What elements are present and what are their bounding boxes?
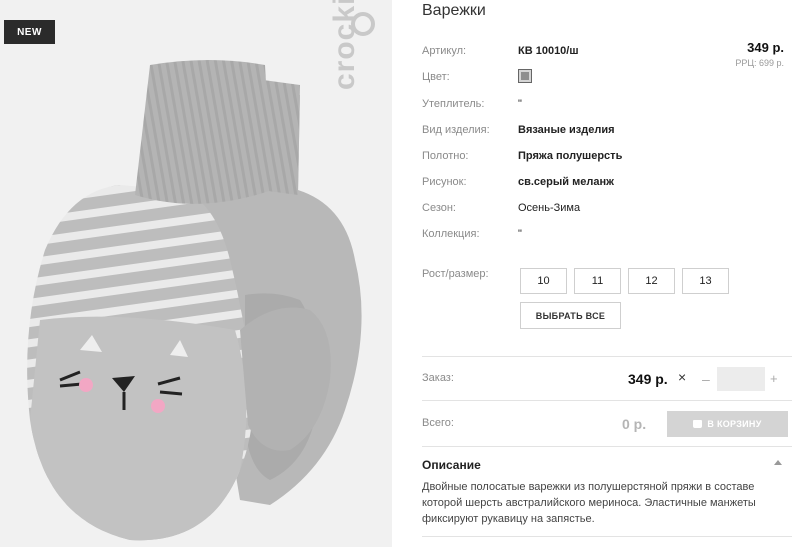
increase-button[interactable]: + bbox=[770, 371, 778, 386]
attr-value: Осень-Зима bbox=[518, 202, 581, 214]
attr-value: св.серый меланж bbox=[518, 176, 614, 188]
attr-label: Коллекция: bbox=[422, 228, 480, 240]
product-price: 349 р. bbox=[747, 40, 784, 55]
total-label: Всего: bbox=[422, 417, 454, 429]
size-option-12[interactable]: 12 bbox=[628, 268, 675, 294]
chevron-up-icon[interactable] bbox=[774, 460, 782, 465]
attr-value: " bbox=[518, 228, 522, 240]
add-to-cart-label: В КОРЗИНУ bbox=[707, 419, 762, 429]
divider bbox=[422, 356, 792, 357]
brand-watermark: crockid bbox=[328, 0, 361, 90]
attr-label: Сезон: bbox=[422, 202, 456, 214]
cart-icon bbox=[693, 420, 703, 428]
attr-value: Вязаные изделия bbox=[518, 124, 615, 136]
new-badge: NEW bbox=[4, 20, 55, 44]
total-value: 0 р. bbox=[622, 416, 647, 432]
size-option-13[interactable]: 13 bbox=[682, 268, 729, 294]
order-label: Заказ: bbox=[422, 372, 454, 384]
times-icon: × bbox=[678, 369, 687, 385]
quantity-input[interactable] bbox=[717, 367, 765, 391]
product-title: Варежки bbox=[422, 2, 486, 19]
divider bbox=[422, 536, 792, 537]
attr-label: Рисунок: bbox=[422, 176, 467, 188]
attr-label: Артикул: bbox=[422, 45, 467, 57]
decrease-button[interactable]: – bbox=[702, 371, 710, 387]
attr-value: КВ 10010/ш bbox=[518, 45, 579, 57]
divider bbox=[422, 400, 792, 401]
divider bbox=[422, 446, 792, 447]
add-to-cart-button[interactable]: В КОРЗИНУ bbox=[667, 411, 788, 437]
product-photo[interactable]: NEW crockid bbox=[0, 0, 392, 547]
attr-label: Утеплитель: bbox=[422, 98, 485, 110]
product-rrp: РРЦ: 699 р. bbox=[735, 58, 784, 68]
attr-label: Полотно: bbox=[422, 150, 469, 162]
attr-value: " bbox=[518, 98, 522, 110]
size-option-10[interactable]: 10 bbox=[520, 268, 567, 294]
description-text: Двойные полосатые варежки из полушерстян… bbox=[422, 481, 756, 525]
attr-label: Вид изделия: bbox=[422, 124, 490, 136]
select-all-button[interactable]: ВЫБРАТЬ ВСЕ bbox=[520, 302, 621, 329]
size-label: Рост/размер: bbox=[422, 268, 489, 280]
product-info: Варежки 349 р. РРЦ: 699 р. Артикул: КВ 1… bbox=[408, 0, 800, 547]
attr-value: Пряжа полушерсть bbox=[518, 150, 623, 162]
color-swatch[interactable] bbox=[518, 69, 532, 83]
order-price: 349 р. bbox=[628, 371, 668, 387]
attr-label: Цвет: bbox=[422, 71, 450, 83]
description-heading[interactable]: Описание bbox=[422, 458, 481, 472]
size-option-11[interactable]: 11 bbox=[574, 268, 621, 294]
